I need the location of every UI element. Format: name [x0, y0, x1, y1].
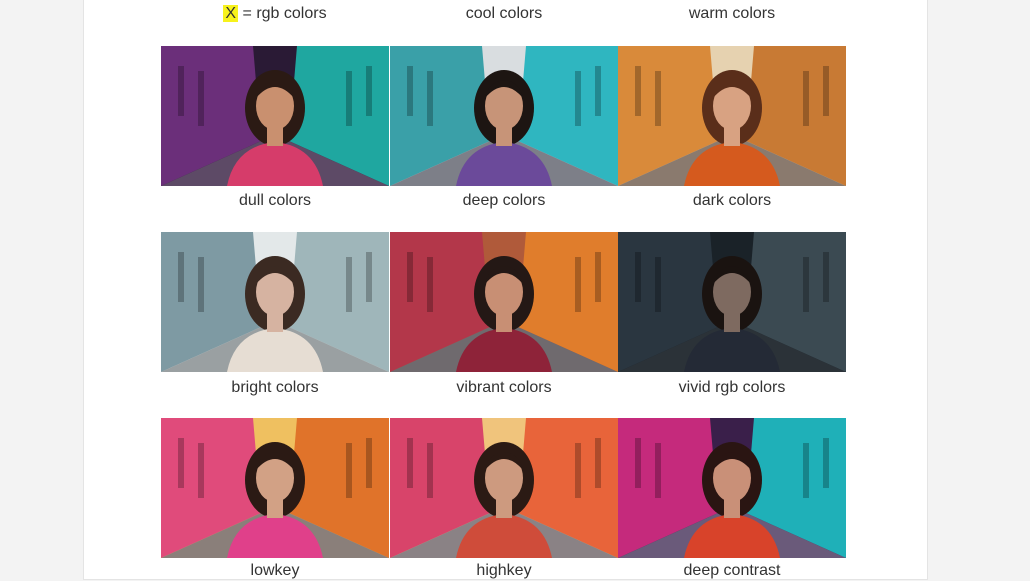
portrait-image: [390, 232, 618, 372]
document-page: X = rgb colors cool colors warm colors d…: [84, 0, 927, 579]
portrait-image: [161, 232, 389, 372]
caption-deep-contrast: deep contrast: [683, 562, 781, 579]
portrait-image: [161, 418, 389, 558]
caption-highkey: highkey: [476, 562, 532, 579]
header-warm-colors: warm colors: [688, 5, 776, 22]
caption-dull-colors: dull colors: [238, 192, 312, 209]
portrait-image: [161, 46, 389, 186]
caption-vibrant-colors: vibrant colors: [456, 379, 552, 396]
portrait-image: [618, 418, 846, 558]
caption-vivid-rgb-colors: vivid rgb colors: [678, 379, 786, 396]
header-x-definition: X = rgb colors: [161, 4, 389, 24]
caption-bright-colors: bright colors: [231, 379, 319, 396]
caption-deep-colors: deep colors: [462, 192, 546, 209]
portrait-image: [618, 232, 846, 372]
variable-highlight: X: [223, 5, 239, 22]
portrait-image: [390, 418, 618, 558]
portrait-image: [618, 46, 846, 186]
caption-dark-colors: dark colors: [692, 192, 772, 209]
header-cool-colors: cool colors: [465, 5, 543, 22]
portrait-image: [390, 46, 618, 186]
variable-definition: = rgb colors: [242, 5, 327, 22]
caption-lowkey: lowkey: [250, 562, 300, 579]
